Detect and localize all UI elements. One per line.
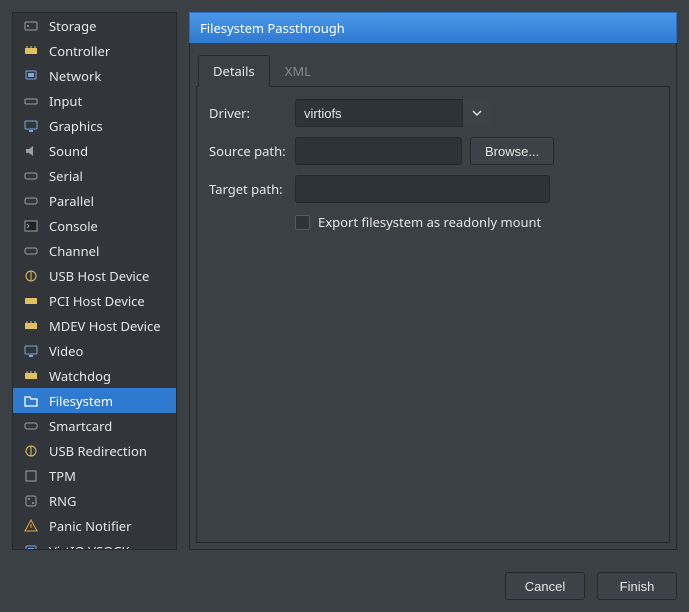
- sidebar-item-watchdog[interactable]: Watchdog: [13, 363, 176, 388]
- readonly-row: Export filesystem as readonly mount: [295, 213, 657, 231]
- page-title: Filesystem Passthrough: [189, 12, 677, 43]
- sidebar-item-label: Sound: [49, 142, 88, 160]
- content: Filesystem Passthrough Details XML Drive…: [189, 12, 677, 550]
- sound-icon: [23, 143, 39, 159]
- sidebar-item-sound[interactable]: Sound: [13, 138, 176, 163]
- sidebar-item-storage[interactable]: Storage: [13, 13, 176, 38]
- sidebar-item-label: USB Redirection: [49, 442, 147, 460]
- sidebar-item-mdev-host-device[interactable]: MDEV Host Device: [13, 313, 176, 338]
- sidebar-item-label: Controller: [49, 42, 110, 60]
- sidebar-item-label: Smartcard: [49, 417, 112, 435]
- sidebar-item-filesystem[interactable]: Filesystem: [13, 388, 176, 413]
- main-area: Storage Controller Network Input Graphics Sou…: [0, 0, 689, 562]
- filesystem-icon: [23, 393, 39, 409]
- source-path-input[interactable]: [295, 137, 462, 165]
- sidebar-item-console[interactable]: Console: [13, 213, 176, 238]
- tab-body: Driver: virtiofs Source path: Browse...: [196, 86, 670, 543]
- tpm-icon: [23, 468, 39, 484]
- readonly-label: Export filesystem as readonly mount: [318, 213, 541, 231]
- pci-icon: [23, 293, 39, 309]
- driver-select[interactable]: virtiofs: [295, 99, 490, 127]
- source-path-label: Source path:: [209, 142, 287, 160]
- sidebar-item-panic-notifier[interactable]: Panic Notifier: [13, 513, 176, 538]
- sidebar-item-graphics[interactable]: Graphics: [13, 113, 176, 138]
- finish-button[interactable]: Finish: [597, 572, 677, 600]
- watchdog-icon: [23, 368, 39, 384]
- sidebar-item-label: RNG: [49, 492, 76, 510]
- sidebar-item-rng[interactable]: RNG: [13, 488, 176, 513]
- sidebar-item-tpm[interactable]: TPM: [13, 463, 176, 488]
- sidebar-item-label: Console: [49, 217, 98, 235]
- cancel-button[interactable]: Cancel: [505, 572, 585, 600]
- mdev-icon: [23, 318, 39, 334]
- sidebar-item-video[interactable]: Video: [13, 338, 176, 363]
- sidebar-item-label: Panic Notifier: [49, 517, 132, 535]
- sidebar-item-label: VirtIO VSOCK: [49, 542, 130, 551]
- target-path-label: Target path:: [209, 180, 287, 198]
- sidebar-item-label: Channel: [49, 242, 99, 260]
- usb-icon: [23, 268, 39, 284]
- controller-icon: [23, 43, 39, 59]
- console-icon: [23, 218, 39, 234]
- sidebar-item-label: Filesystem: [49, 392, 113, 410]
- network-icon: [23, 68, 39, 84]
- sidebar-item-usb-redirection[interactable]: USB Redirection: [13, 438, 176, 463]
- driver-row: Driver: virtiofs: [209, 99, 657, 127]
- sidebar-item-label: Network: [49, 67, 101, 85]
- tab-details[interactable]: Details: [198, 55, 270, 87]
- sidebar-item-label: MDEV Host Device: [49, 317, 161, 335]
- panic-icon: [23, 518, 39, 534]
- sidebar-item-label: Storage: [49, 17, 96, 35]
- sidebar: Storage Controller Network Input Graphics Sou…: [12, 12, 177, 550]
- sidebar-item-label: Video: [49, 342, 83, 360]
- sidebar-item-label: Parallel: [49, 192, 94, 210]
- input-icon: [23, 93, 39, 109]
- video-icon: [23, 343, 39, 359]
- smartcard-icon: [23, 418, 39, 434]
- sidebar-item-virtio-vsock[interactable]: VirtIO VSOCK: [13, 538, 176, 550]
- sidebar-item-channel[interactable]: Channel: [13, 238, 176, 263]
- details-pane: Details XML Driver: virtiofs: [189, 43, 677, 550]
- sidebar-item-label: Watchdog: [49, 367, 111, 385]
- graphics-icon: [23, 118, 39, 134]
- rng-icon: [23, 493, 39, 509]
- tab-xml[interactable]: XML: [270, 55, 326, 87]
- sidebar-item-label: Graphics: [49, 117, 103, 135]
- target-path-row: Target path:: [209, 175, 657, 203]
- tabs: Details XML: [198, 55, 676, 87]
- source-path-row: Source path: Browse...: [209, 137, 657, 165]
- readonly-checkbox[interactable]: [295, 215, 310, 230]
- sidebar-item-label: TPM: [49, 467, 76, 485]
- sidebar-item-input[interactable]: Input: [13, 88, 176, 113]
- sidebar-item-label: USB Host Device: [49, 267, 149, 285]
- sidebar-item-controller[interactable]: Controller: [13, 38, 176, 63]
- channel-icon: [23, 243, 39, 259]
- footer: Cancel Finish: [0, 562, 689, 612]
- sidebar-item-network[interactable]: Network: [13, 63, 176, 88]
- sidebar-item-label: Input: [49, 92, 82, 110]
- sidebar-item-pci-host-device[interactable]: PCI Host Device: [13, 288, 176, 313]
- sidebar-item-serial[interactable]: Serial: [13, 163, 176, 188]
- storage-icon: [23, 18, 39, 34]
- sidebar-item-parallel[interactable]: Parallel: [13, 188, 176, 213]
- sidebar-item-label: PCI Host Device: [49, 292, 145, 310]
- driver-label: Driver:: [209, 104, 287, 122]
- vsock-icon: [23, 543, 39, 551]
- target-path-input[interactable]: [295, 175, 550, 203]
- driver-select-wrap: virtiofs: [295, 99, 490, 127]
- sidebar-item-smartcard[interactable]: Smartcard: [13, 413, 176, 438]
- usbredir-icon: [23, 443, 39, 459]
- sidebar-item-usb-host-device[interactable]: USB Host Device: [13, 263, 176, 288]
- parallel-icon: [23, 193, 39, 209]
- browse-button[interactable]: Browse...: [470, 137, 554, 165]
- serial-icon: [23, 168, 39, 184]
- sidebar-item-label: Serial: [49, 167, 83, 185]
